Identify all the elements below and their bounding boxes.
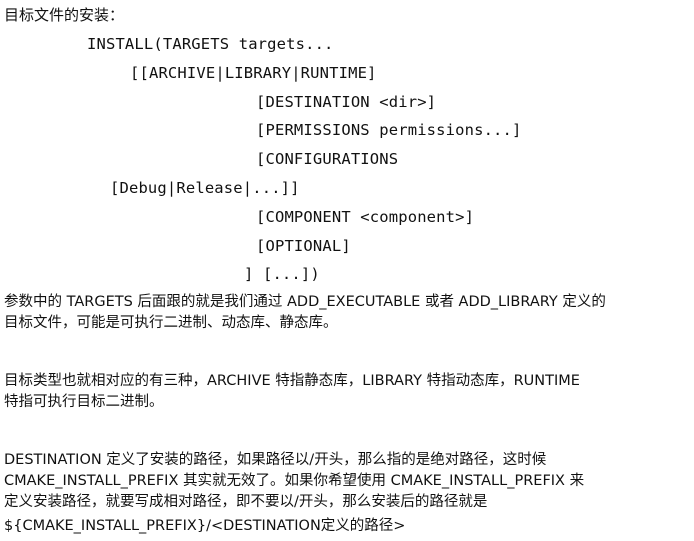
code-line-destination: [DESTINATION <dir>]: [256, 93, 437, 111]
paragraph-targets: 参数中的 TARGETS 后面跟的就是我们通过 ADD_EXECUTABLE 或…: [4, 294, 606, 331]
paragraph-install-path: ${CMAKE_INSTALL_PREFIX}/<DESTINATION定义的路…: [4, 518, 406, 534]
code-line-debug-release: [Debug|Release|...]]: [110, 179, 300, 197]
paragraph-destination: DESTINATION 定义了安装的路径，如果路径以/开头，那么指的是绝对路径，…: [4, 452, 585, 510]
code-line-configurations: [CONFIGURATIONS: [256, 150, 399, 168]
section-heading: 目标文件的安装：: [4, 6, 125, 24]
code-line-closing: ] [...]): [244, 265, 320, 283]
code-line-install: INSTALL(TARGETS targets...: [87, 35, 334, 53]
code-line-permissions: [PERMISSIONS permissions...]: [256, 121, 522, 139]
code-line-component: [COMPONENT <component>]: [256, 208, 475, 226]
code-line-target-types: [[ARCHIVE|LIBRARY|RUNTIME]: [130, 64, 377, 82]
code-line-optional: [OPTIONAL]: [256, 237, 351, 255]
paragraph-target-types: 目标类型也就相对应的有三种，ARCHIVE 特指静态库，LIBRARY 特指动态…: [4, 373, 580, 410]
document-page: 目标文件的安装： INSTALL(TARGETS targets... [[AR…: [0, 0, 694, 541]
